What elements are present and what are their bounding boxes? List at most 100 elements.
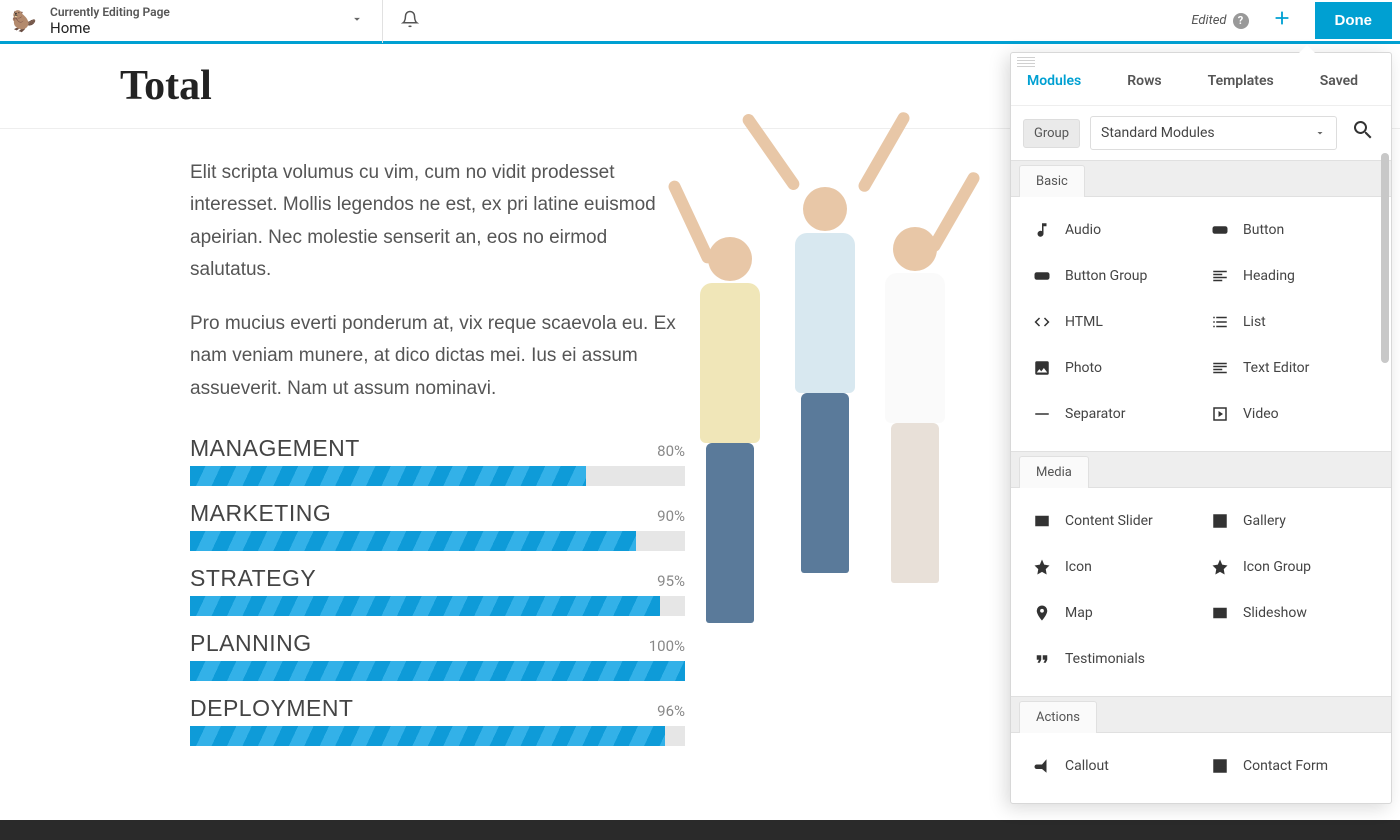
- module-heading[interactable]: Heading: [1205, 253, 1383, 299]
- module-photo[interactable]: Photo: [1027, 345, 1205, 391]
- quote-icon: [1033, 650, 1051, 668]
- done-button[interactable]: Done: [1315, 2, 1393, 39]
- bar-row: MARKETING90%: [190, 500, 685, 551]
- map-pin-icon: [1033, 604, 1051, 622]
- module-audio[interactable]: Audio: [1027, 207, 1205, 253]
- panel-tabs: Modules Rows Templates Saved: [1011, 67, 1391, 106]
- bar-percent: 100%: [649, 637, 685, 655]
- paragraph: Pro mucius everti ponderum at, vix reque…: [190, 308, 685, 405]
- bar-track: [190, 466, 685, 486]
- section-basic: Basic: [1011, 160, 1391, 197]
- bar-row: STRATEGY95%: [190, 565, 685, 616]
- group-chip[interactable]: Group: [1023, 119, 1080, 148]
- module-separator[interactable]: Separator: [1027, 391, 1205, 437]
- button-group-icon: [1033, 267, 1051, 285]
- page-label[interactable]: Currently Editing Page Home: [50, 5, 170, 37]
- module-button[interactable]: Button: [1205, 207, 1383, 253]
- bar-track: [190, 596, 685, 616]
- editing-label: Currently Editing Page: [50, 5, 170, 19]
- module-callout[interactable]: Callout: [1027, 743, 1205, 789]
- module-testimonials[interactable]: Testimonials: [1027, 636, 1205, 682]
- beaver-logo: 🦫: [8, 5, 40, 37]
- module-slideshow[interactable]: Slideshow: [1205, 590, 1383, 636]
- page-name: Home: [50, 19, 170, 37]
- bar-label: PLANNING: [190, 630, 312, 657]
- megaphone-icon: [1033, 757, 1051, 775]
- code-icon: [1033, 313, 1051, 331]
- bar-label: STRATEGY: [190, 565, 316, 592]
- add-content-button[interactable]: [1263, 3, 1301, 38]
- bar-track: [190, 661, 685, 681]
- bell-icon[interactable]: [401, 10, 419, 32]
- scrollbar[interactable]: [1381, 153, 1389, 363]
- video-icon: [1211, 405, 1229, 423]
- bar-track: [190, 726, 685, 746]
- tab-templates[interactable]: Templates: [1200, 67, 1282, 105]
- bar-percent: 96%: [657, 702, 685, 720]
- chevron-down-icon[interactable]: [350, 12, 364, 30]
- slideshow-icon: [1211, 604, 1229, 622]
- bar-row: MANAGEMENT80%: [190, 435, 685, 486]
- separator-icon: [1033, 405, 1051, 423]
- progress-bars: MANAGEMENT80% MARKETING90% STRATEGY95% P…: [190, 435, 685, 746]
- module-grid-basic: Audio Button Button Group Heading HTML L…: [1011, 197, 1391, 451]
- module-group-select[interactable]: Standard Modules: [1090, 116, 1337, 150]
- help-icon[interactable]: ?: [1233, 13, 1249, 29]
- bar-fill: [190, 531, 636, 551]
- tab-modules[interactable]: Modules: [1019, 67, 1089, 105]
- section-actions: Actions: [1011, 696, 1391, 733]
- site-logo[interactable]: Total: [120, 62, 212, 110]
- bar-label: MANAGEMENT: [190, 435, 360, 462]
- module-grid-media: Content Slider Gallery Icon Icon Group M…: [1011, 488, 1391, 696]
- button-icon: [1211, 221, 1229, 239]
- bar-label: MARKETING: [190, 500, 331, 527]
- module-contact-form[interactable]: Contact Form: [1205, 743, 1383, 789]
- hero-image: [675, 157, 955, 587]
- module-icon-group[interactable]: Icon Group: [1205, 544, 1383, 590]
- divider: [382, 0, 383, 43]
- form-icon: [1211, 757, 1229, 775]
- module-text-editor[interactable]: Text Editor: [1205, 345, 1383, 391]
- module-gallery[interactable]: Gallery: [1205, 498, 1383, 544]
- tab-saved[interactable]: Saved: [1312, 67, 1366, 105]
- filter-row: Group Standard Modules: [1011, 106, 1391, 160]
- module-grid-actions: Callout Contact Form: [1011, 733, 1391, 803]
- drag-handle-icon[interactable]: [1017, 57, 1035, 67]
- chevron-down-icon: [1314, 127, 1326, 139]
- section-media: Media: [1011, 451, 1391, 488]
- star-icon: [1211, 558, 1229, 576]
- gallery-icon: [1211, 512, 1229, 530]
- slider-icon: [1033, 512, 1051, 530]
- bar-label: DEPLOYMENT: [190, 695, 353, 722]
- content-left: Elit scripta volumus cu vim, cum no vidi…: [190, 157, 685, 760]
- module-list[interactable]: List: [1205, 299, 1383, 345]
- paragraph: Elit scripta volumus cu vim, cum no vidi…: [190, 157, 685, 286]
- text-editor-icon: [1211, 359, 1229, 377]
- footer: [0, 820, 1400, 840]
- module-map[interactable]: Map: [1027, 590, 1205, 636]
- bar-fill: [190, 466, 586, 486]
- module-icon[interactable]: Icon: [1027, 544, 1205, 590]
- modules-panel: Modules Rows Templates Saved Group Stand…: [1010, 52, 1392, 804]
- module-html[interactable]: HTML: [1027, 299, 1205, 345]
- photo-icon: [1033, 359, 1051, 377]
- bar-track: [190, 531, 685, 551]
- bar-fill: [190, 661, 685, 681]
- body-text: Elit scripta volumus cu vim, cum no vidi…: [190, 157, 685, 405]
- bar-row: DEPLOYMENT 96%: [190, 695, 685, 746]
- bar-fill: [190, 726, 665, 746]
- tab-rows[interactable]: Rows: [1119, 67, 1169, 105]
- module-button-group[interactable]: Button Group: [1027, 253, 1205, 299]
- list-icon: [1211, 313, 1229, 331]
- module-content-slider[interactable]: Content Slider: [1027, 498, 1205, 544]
- module-video[interactable]: Video: [1205, 391, 1383, 437]
- bar-fill: [190, 596, 660, 616]
- builder-top-bar: 🦫 Currently Editing Page Home Edited ? D…: [0, 0, 1400, 44]
- edited-indicator: Edited ?: [1191, 13, 1248, 29]
- star-icon: [1033, 558, 1051, 576]
- heading-icon: [1211, 267, 1229, 285]
- bar-row: PLANNING 100%: [190, 630, 685, 681]
- content-right: [725, 157, 1025, 760]
- search-icon[interactable]: [1347, 116, 1379, 150]
- music-icon: [1033, 221, 1051, 239]
